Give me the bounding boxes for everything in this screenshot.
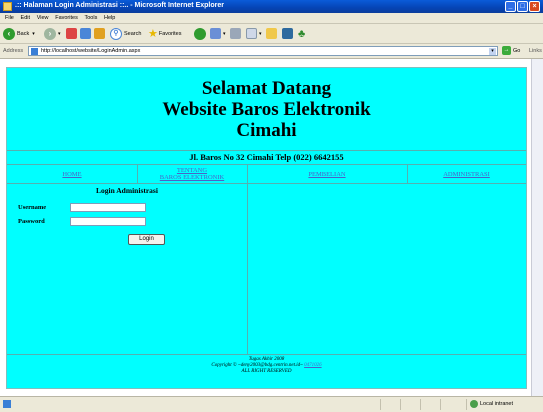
menu-help[interactable]: Help <box>104 13 115 23</box>
links-button[interactable]: Links <box>529 48 542 54</box>
refresh-button[interactable] <box>80 27 91 40</box>
footer-link[interactable]: 0471026 <box>304 363 322 368</box>
forward-button[interactable]: › ▾ <box>44 27 61 40</box>
back-button[interactable]: ‹ Back ▾ <box>3 27 35 40</box>
status-divider <box>420 399 421 410</box>
forward-arrow-icon: › <box>44 27 56 40</box>
mail-button[interactable]: ▾ <box>210 27 226 40</box>
nav-divider <box>137 165 138 183</box>
mail-icon <box>210 28 221 39</box>
login-button[interactable]: Login <box>128 234 165 245</box>
nav-divider <box>247 165 248 183</box>
divider <box>7 354 526 355</box>
address-input[interactable]: http://localhost/website/LoginAdmin.aspx… <box>28 46 498 56</box>
status-divider <box>440 399 441 410</box>
folder-button[interactable] <box>266 27 277 40</box>
menu-edit[interactable]: Edit <box>21 13 30 23</box>
toolbar: ‹ Back ▾ › ▾ ⚲ Search ★ Favorites ▾ ▾ ♣ <box>0 24 543 44</box>
ie-page-icon <box>3 2 12 11</box>
browser-viewport: Selamat Datang Website Baros Elektronik … <box>0 59 531 396</box>
tools-icon <box>282 28 293 39</box>
content-divider <box>247 183 248 354</box>
store-address: Jl. Baros No 32 Cimahi Telp (022) 664215… <box>189 152 344 162</box>
favorites-button[interactable]: ★ Favorites <box>148 27 182 40</box>
go-button[interactable]: → Go <box>502 46 520 55</box>
window-titlebar: .:: Halaman Login Administrasi ::.. - Mi… <box>0 0 543 13</box>
stop-button[interactable] <box>66 27 77 40</box>
stop-icon <box>66 28 77 39</box>
chevron-down-icon[interactable]: ▾ <box>489 48 496 55</box>
print-button[interactable] <box>230 27 241 40</box>
history-icon <box>194 27 206 40</box>
close-button[interactable]: × <box>529 1 540 12</box>
menu-bar: File Edit View Favorites Tools Help <box>0 13 543 24</box>
web-page: Selamat Datang Website Baros Elektronik … <box>6 67 527 389</box>
back-arrow-icon: ‹ <box>3 27 15 40</box>
dropdown-arrow-icon: ▾ <box>58 30 61 37</box>
home-icon <box>94 28 105 39</box>
menu-tools[interactable]: Tools <box>85 13 98 23</box>
messenger-button[interactable]: ♣ <box>298 27 305 40</box>
edit-page-icon <box>246 28 257 39</box>
status-divider <box>466 399 467 410</box>
home-button[interactable] <box>94 27 105 40</box>
login-title: Login Administrasi <box>96 186 158 195</box>
go-arrow-icon: → <box>502 46 511 55</box>
search-button[interactable]: ⚲ Search <box>110 27 141 40</box>
dropdown-arrow-icon: ▾ <box>32 30 35 37</box>
page-footer: Tugas Akhir 2008 Copyright © ~deny2003@b… <box>7 357 526 375</box>
window-title: .:: Halaman Login Administrasi ::.. - Mi… <box>15 2 224 9</box>
menu-view[interactable]: View <box>37 13 49 23</box>
page-icon <box>31 48 38 55</box>
address-url: http://localhost/website/LoginAdmin.aspx <box>41 48 141 54</box>
address-bar: Address http://localhost/website/LoginAd… <box>0 44 543 59</box>
header-line-1: Selamat Datang <box>201 78 332 99</box>
divider <box>7 150 526 151</box>
password-input[interactable] <box>70 217 146 226</box>
messenger-icon: ♣ <box>298 27 306 40</box>
status-bar: Local intranet <box>0 396 543 412</box>
menu-file[interactable]: File <box>5 13 14 23</box>
vertical-scrollbar[interactable] <box>531 59 543 396</box>
password-label: Password <box>18 218 45 225</box>
nav-tentang[interactable]: TENTANG BAROS ELEKTRONIK <box>137 165 247 183</box>
refresh-icon <box>80 28 91 39</box>
nav-administrasi[interactable]: ADMINISTRASI <box>407 165 526 183</box>
dropdown-arrow-icon: ▾ <box>259 30 262 37</box>
history-button[interactable] <box>194 27 206 40</box>
tools-button[interactable] <box>282 27 293 40</box>
page-status-icon <box>3 400 11 408</box>
intranet-icon <box>470 400 478 408</box>
header-line-3: Cimahi <box>236 120 297 141</box>
status-divider <box>380 399 381 410</box>
edit-button[interactable]: ▾ <box>246 27 262 40</box>
nav-home[interactable]: HOME <box>7 165 137 183</box>
print-icon <box>230 28 241 39</box>
nav-pembelian[interactable]: PEMBELIAN <box>247 165 407 183</box>
main-nav: HOME TENTANG BAROS ELEKTRONIK PEMBELIAN … <box>7 165 526 183</box>
nav-divider <box>407 165 408 183</box>
security-zone: Local intranet <box>470 400 513 408</box>
username-input[interactable] <box>70 203 146 212</box>
status-divider <box>400 399 401 410</box>
search-icon: ⚲ <box>110 27 122 40</box>
star-icon: ★ <box>148 28 158 40</box>
username-label: Username <box>18 204 47 211</box>
address-label: Address <box>3 48 24 54</box>
maximize-button[interactable]: □ <box>517 1 528 12</box>
minimize-button[interactable]: _ <box>505 1 516 12</box>
footer-line-3: ALL RIGHT RESERVED <box>241 369 292 374</box>
folder-icon <box>266 28 277 39</box>
header-line-2: Website Baros Elektronik <box>162 99 371 120</box>
menu-favorites[interactable]: Favorites <box>55 13 78 23</box>
divider <box>7 183 526 184</box>
dropdown-arrow-icon: ▾ <box>223 30 226 37</box>
page-header: Selamat Datang Website Baros Elektronik … <box>7 68 526 151</box>
